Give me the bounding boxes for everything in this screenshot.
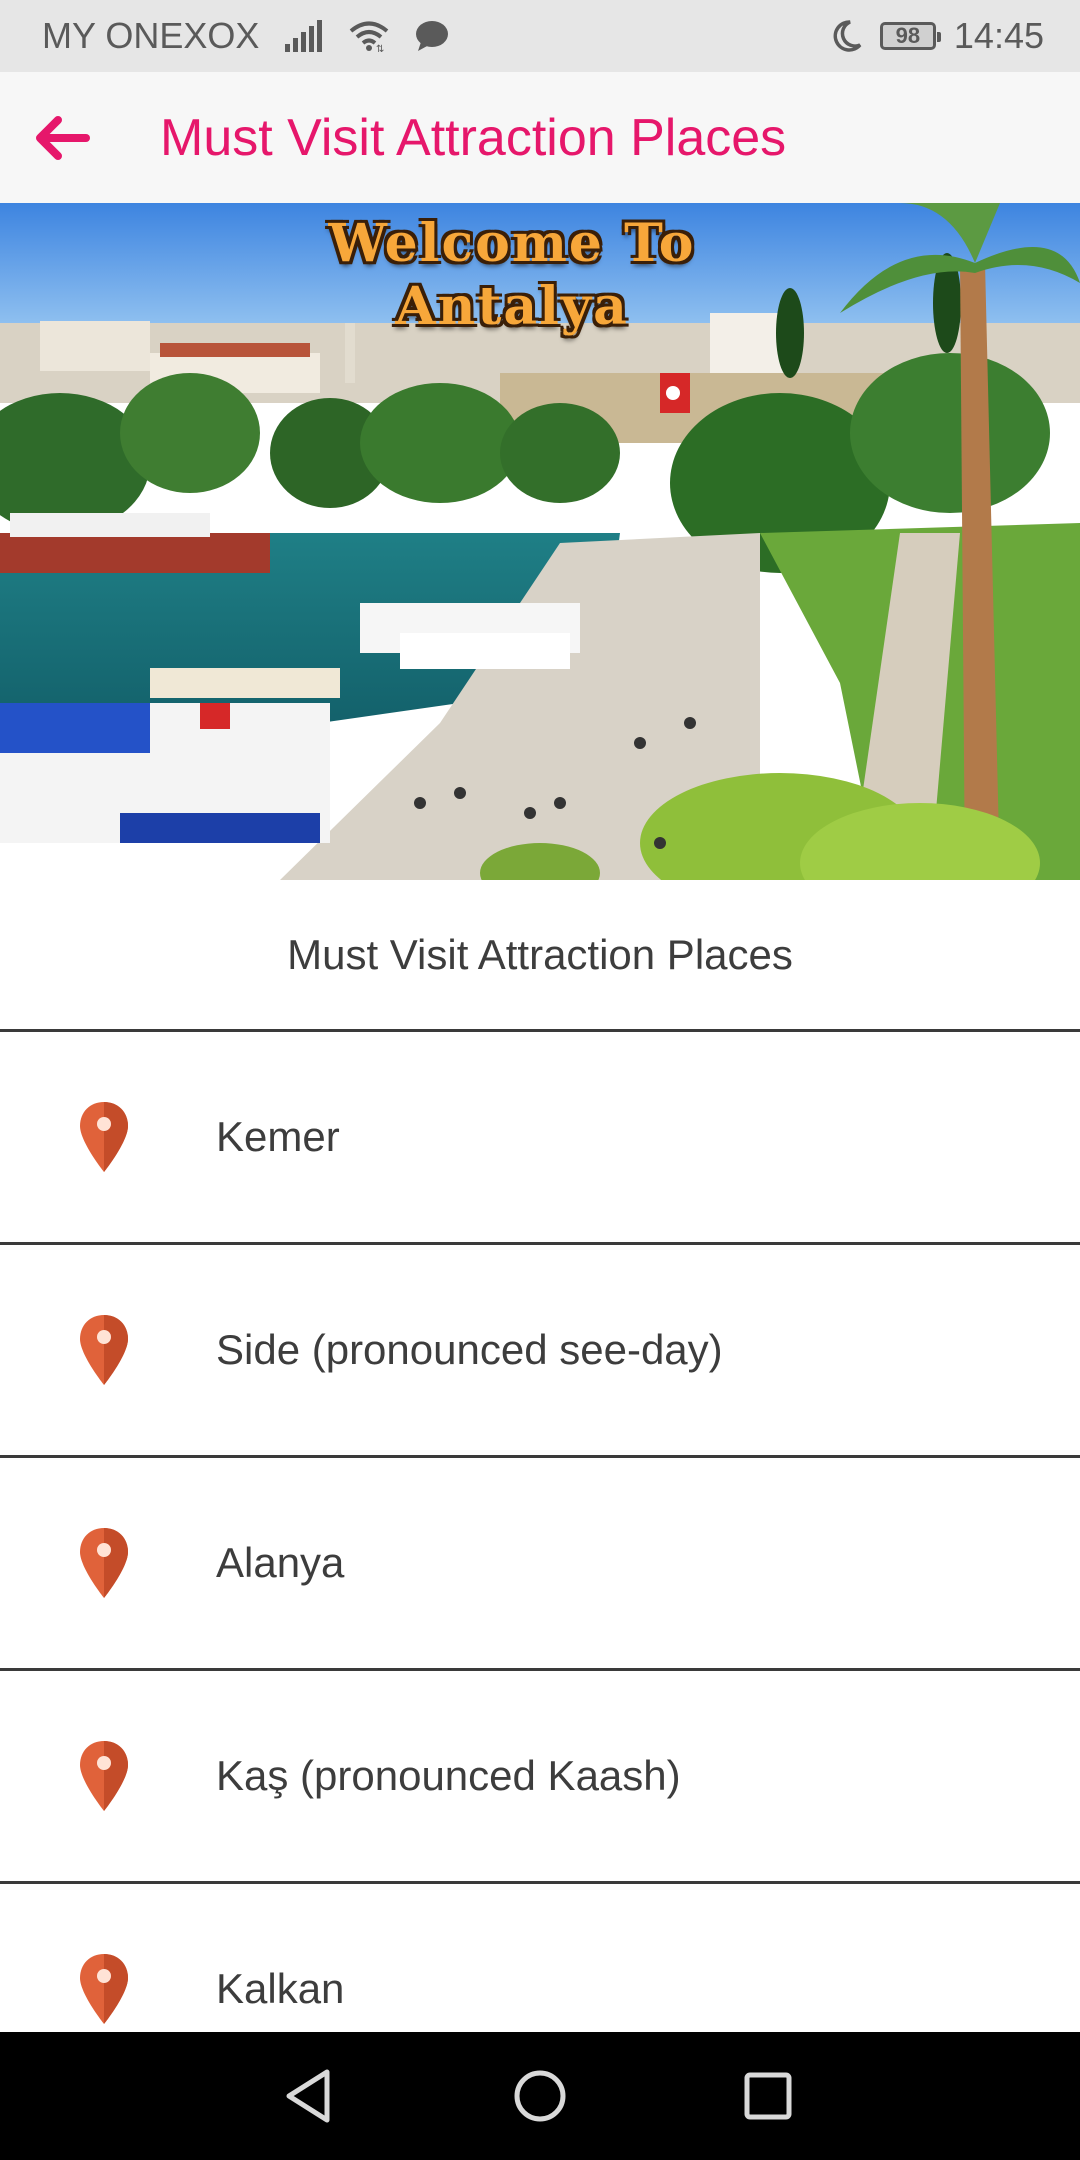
svg-text:⇅: ⇅ (376, 44, 384, 52)
triangle-back-icon (286, 2069, 330, 2123)
carrier-name: MY ONEXOX (42, 15, 260, 56)
signal-icon (285, 20, 323, 52)
nav-recents-button[interactable] (728, 2056, 808, 2136)
map-pin-icon (80, 1315, 128, 1385)
status-bar: MY ONEXOX ⇅ 98 14:45 (0, 0, 1080, 72)
list-item[interactable]: Side (pronounced see-day) (0, 1245, 1080, 1458)
clock: 14:45 (953, 15, 1044, 56)
page-title: Must Visit Attraction Places (160, 108, 787, 167)
list-item-label: Side (pronounced see-day) (216, 1326, 723, 1373)
list-item-label: Kemer (216, 1113, 340, 1160)
back-button[interactable] (14, 90, 110, 186)
hero-banner-image: Welcome To Antalya (0, 203, 1080, 880)
message-icon (415, 20, 449, 52)
banner-title-line-2: Antalya (395, 276, 629, 337)
list-item-label: Kaş (pronounced Kaash) (216, 1752, 681, 1799)
app-bar: Must Visit Attraction Places (0, 72, 1080, 203)
screen: MY ONEXOX ⇅ 98 14:45 Must Visit Attracti… (0, 0, 1080, 2160)
back-arrow-icon (36, 115, 90, 160)
navigation-bar (0, 2032, 1080, 2160)
wifi-icon: ⇅ (349, 20, 389, 52)
circle-home-icon (514, 2070, 566, 2122)
list-item[interactable]: Kemer (0, 1032, 1080, 1245)
battery-level: 98 (895, 23, 921, 48)
list-item-label: Alanya (216, 1539, 345, 1586)
map-pin-icon (80, 1102, 128, 1172)
status-left: MY ONEXOX ⇅ (42, 15, 449, 57)
map-pin-icon (80, 1954, 128, 2024)
battery-indicator: 98 (879, 22, 941, 50)
banner-title-line-1: Welcome To (328, 213, 696, 274)
list-item-label: Kalkan (216, 1965, 345, 2012)
places-list: Kemer Side (pronounced see-day) Alanya K… (0, 1032, 1080, 2097)
status-right: 98 14:45 (830, 15, 1044, 57)
moon-icon (830, 19, 862, 53)
nav-home-button[interactable] (500, 2056, 580, 2136)
map-pin-icon (80, 1528, 128, 1598)
map-pin-icon (80, 1741, 128, 1811)
square-recents-icon (744, 2072, 792, 2120)
nav-back-button[interactable] (268, 2056, 348, 2136)
section-title: Must Visit Attraction Places (0, 880, 1080, 1032)
list-item[interactable]: Alanya (0, 1458, 1080, 1671)
list-item[interactable]: Kaş (pronounced Kaash) (0, 1671, 1080, 1884)
